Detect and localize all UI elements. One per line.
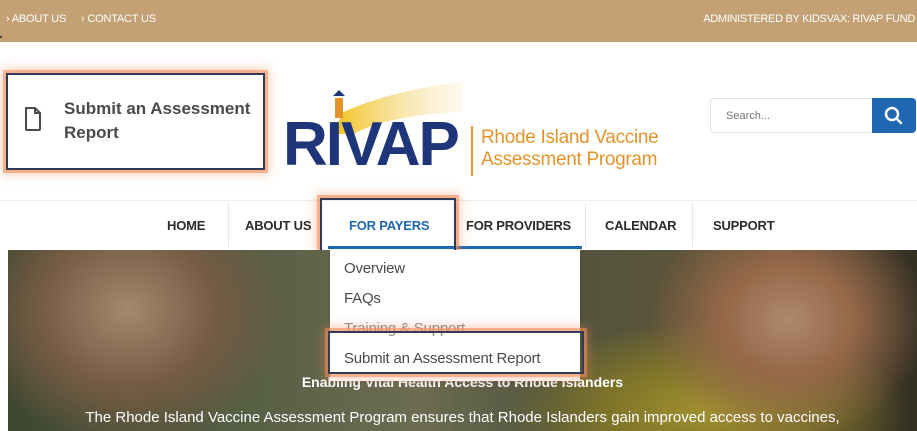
logo-wordmark: RIVAP	[283, 110, 460, 179]
nav-separator	[585, 203, 586, 247]
hero-body-text: The Rhode Island Vaccine Assessment Prog…	[85, 409, 840, 426]
top-bar: › ABOUT US › CONTACT US ADMINISTERED BY …	[0, 0, 917, 42]
top-link-contact-us[interactable]: › CONTACT US	[81, 13, 162, 25]
for-payers-highlight	[320, 198, 456, 254]
submit-assessment-report-button[interactable]: Submit an Assessment Report	[6, 73, 265, 170]
logo-divider	[471, 126, 473, 176]
edge-marker	[0, 36, 2, 38]
search-icon	[884, 106, 903, 125]
nav-item-support[interactable]: SUPPORT	[713, 218, 775, 233]
search-bar	[710, 98, 916, 133]
nav-separator	[228, 203, 229, 247]
dropdown-item-overview[interactable]: Overview	[344, 260, 405, 277]
rivap-logo[interactable]: RIVAP Rhode Island Vaccine Assessment Pr…	[283, 82, 673, 182]
top-links: › ABOUT US › CONTACT US	[6, 13, 168, 25]
search-input[interactable]	[710, 98, 875, 133]
dropdown-item-faqs[interactable]: FAQs	[344, 290, 381, 307]
logo-tagline: Rhode Island Vaccine Assessment Program	[481, 127, 659, 171]
nav-item-for-providers[interactable]: FOR PROVIDERS	[466, 218, 571, 233]
logo-tagline-line-2: Assessment Program	[481, 149, 658, 170]
top-link-about-us[interactable]: › ABOUT US	[6, 13, 72, 25]
document-icon	[25, 107, 41, 131]
submit-assessment-report-label: Submit an Assessment Report	[64, 99, 251, 142]
logo-tagline-line-1: Rhode Island Vaccine	[481, 127, 659, 148]
nav-separator	[457, 203, 458, 247]
administered-by-link[interactable]: ADMINISTERED BY KIDSVAX: RIVAP FUND	[703, 13, 915, 25]
nav-item-about-us[interactable]: ABOUT US	[245, 218, 311, 233]
nav-separator	[692, 203, 693, 247]
submit-report-highlight	[328, 331, 584, 374]
main-nav: HOME ABOUT US FOR PAYERS FOR PROVIDERS C…	[0, 200, 917, 249]
nav-item-calendar[interactable]: CALENDAR	[605, 218, 677, 233]
search-button[interactable]	[872, 98, 916, 133]
nav-item-home[interactable]: HOME	[167, 218, 205, 233]
